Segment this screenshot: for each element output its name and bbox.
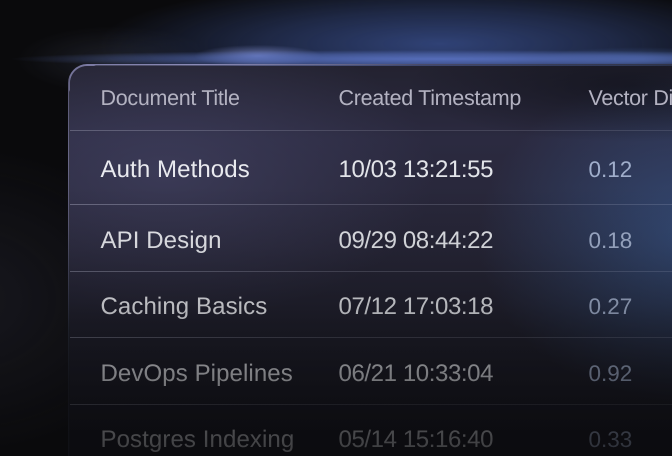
created-timestamp-cell: 09/29 08:44:22: [339, 227, 589, 255]
vector-distance-cell: 0.33: [589, 427, 672, 453]
document-title-cell: Auth Methods: [101, 156, 339, 184]
vector-distance-cell: 0.12: [589, 157, 672, 183]
column-header-vector-distance: Vector Distance: [589, 86, 672, 111]
document-title-cell: Caching Basics: [101, 293, 339, 321]
documents-table-card: Document Title Created Timestamp Vector …: [68, 64, 672, 456]
vector-distance-cell: 0.18: [589, 228, 672, 254]
created-timestamp-cell: 07/12 17:03:18: [339, 293, 589, 321]
table-row[interactable]: Postgres Indexing 05/14 15:16:40 0.33: [70, 405, 672, 456]
table-row[interactable]: Auth Methods 10/03 13:21:55 0.12: [70, 131, 672, 206]
document-title-cell: DevOps Pipelines: [101, 360, 339, 388]
created-timestamp-cell: 06/21 10:33:04: [339, 360, 589, 388]
created-timestamp-cell: 10/03 13:21:55: [339, 156, 589, 184]
table-header-row: Document Title Created Timestamp Vector …: [70, 66, 672, 131]
table-row[interactable]: Caching Basics 07/12 17:03:18 0.27: [70, 272, 672, 339]
column-header-document-title: Document Title: [101, 86, 339, 111]
documents-table: Document Title Created Timestamp Vector …: [70, 66, 672, 456]
table-row[interactable]: API Design 09/29 08:44:22 0.18: [70, 205, 672, 272]
created-timestamp-cell: 05/14 15:16:40: [339, 426, 589, 454]
vector-distance-cell: 0.92: [589, 361, 672, 387]
column-header-created-timestamp: Created Timestamp: [339, 86, 589, 111]
vector-distance-cell: 0.27: [589, 294, 672, 320]
document-title-cell: API Design: [101, 227, 339, 255]
table-row[interactable]: DevOps Pipelines 06/21 10:33:04 0.92: [70, 338, 672, 405]
document-title-cell: Postgres Indexing: [101, 426, 339, 454]
